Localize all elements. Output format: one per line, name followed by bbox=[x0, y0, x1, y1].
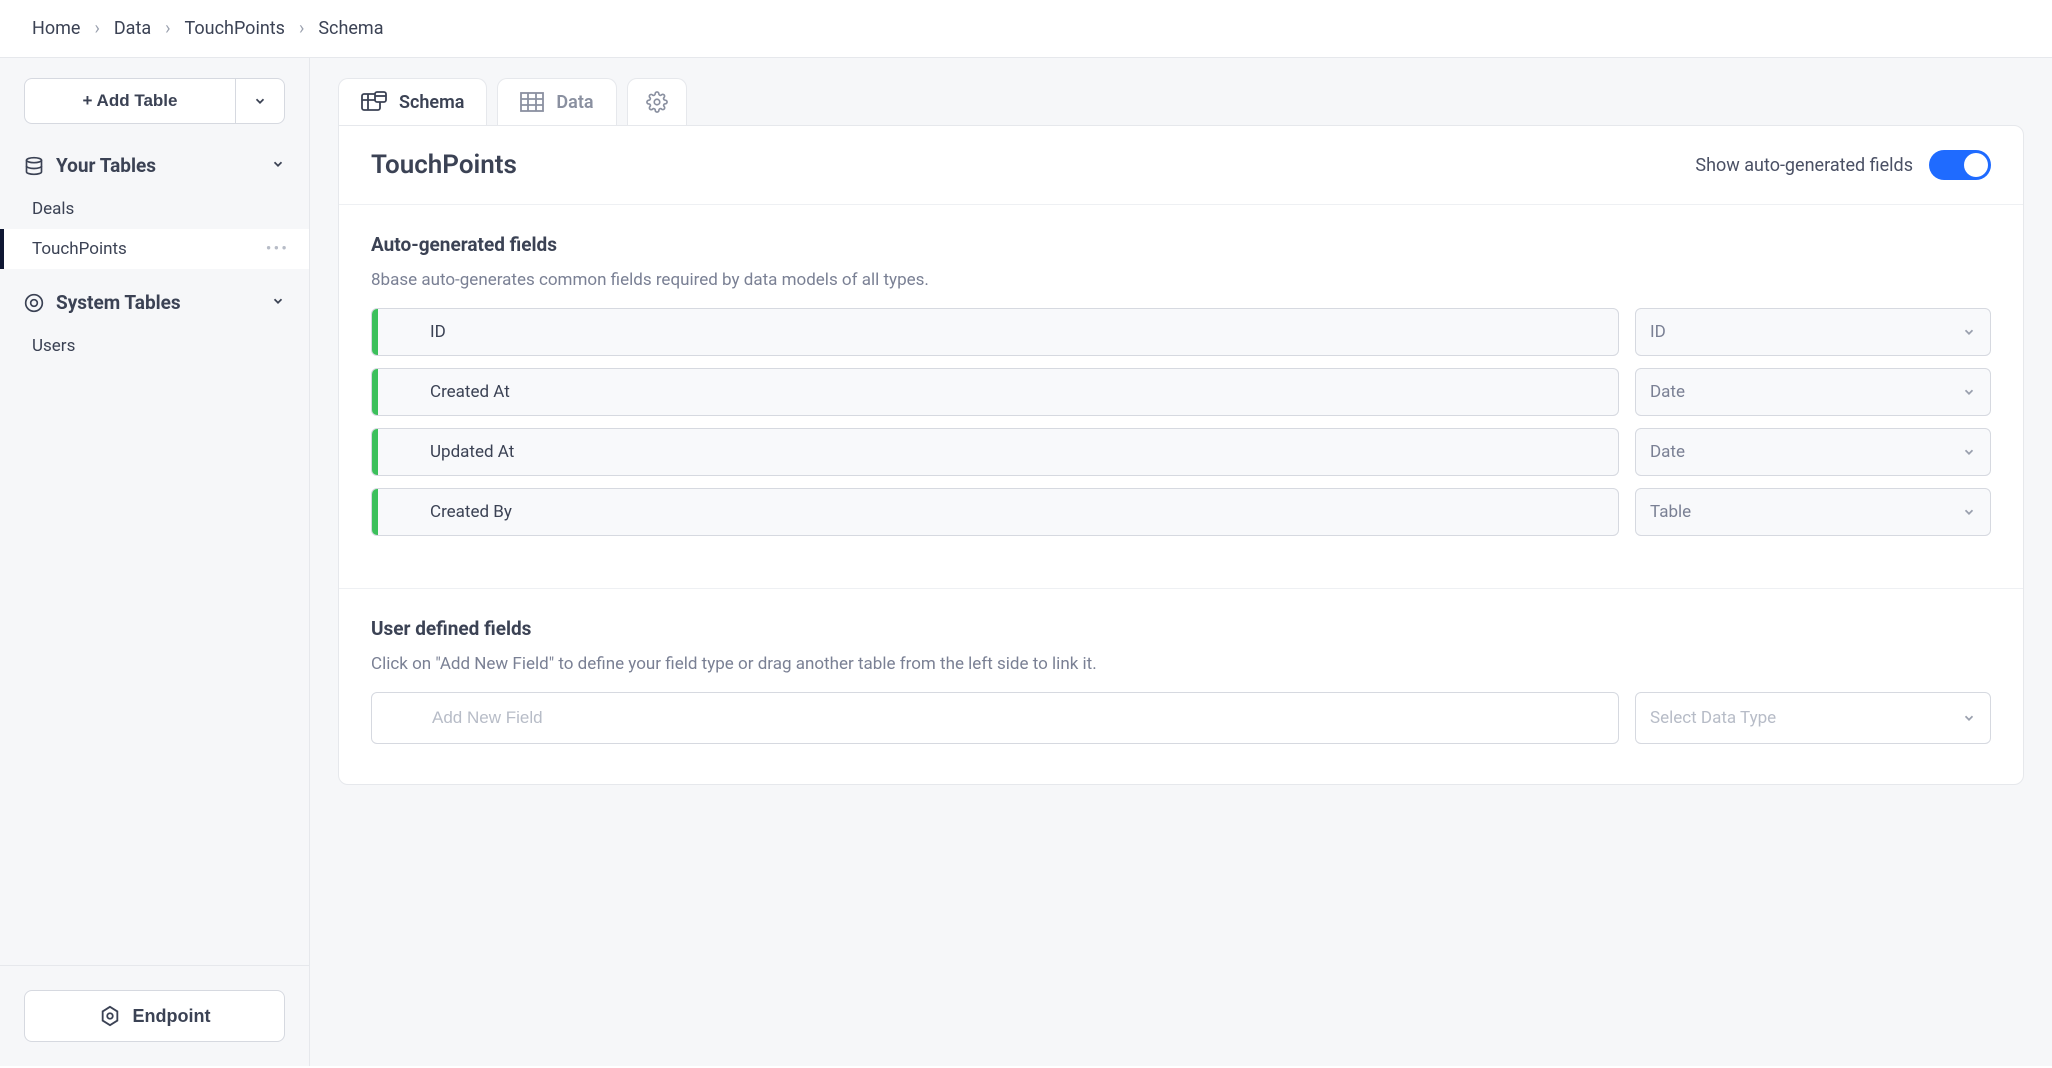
system-icon bbox=[24, 293, 44, 313]
chevron-down-icon bbox=[1962, 385, 1976, 399]
section-heading: User defined fields bbox=[371, 617, 1991, 640]
sidebar-item-label: Users bbox=[32, 336, 75, 356]
system-tables-label: System Tables bbox=[56, 291, 259, 314]
breadcrumb-touchpoints[interactable]: TouchPoints bbox=[185, 18, 285, 39]
tab-label: Data bbox=[556, 92, 593, 113]
tab-settings[interactable] bbox=[627, 78, 687, 125]
tab-data[interactable]: Data bbox=[497, 78, 616, 125]
field-name-label: Created By bbox=[378, 502, 512, 522]
field-row: ID ID bbox=[371, 308, 1991, 356]
more-icon[interactable]: ••• bbox=[266, 239, 289, 259]
chevron-down-icon bbox=[1962, 445, 1976, 459]
chevron-down-icon bbox=[253, 94, 267, 108]
toggle-knob bbox=[1964, 153, 1988, 177]
breadcrumb: Home › Data › TouchPoints › Schema bbox=[0, 0, 2052, 58]
section-desc: 8base auto-generates common fields requi… bbox=[371, 270, 1991, 290]
section-heading: Auto-generated fields bbox=[371, 233, 1991, 256]
schema-icon bbox=[361, 91, 387, 113]
user-defined-section: User defined fields Click on "Add New Fi… bbox=[339, 589, 2023, 784]
chevron-right-icon: › bbox=[165, 18, 170, 39]
field-name-label: Created At bbox=[378, 382, 510, 402]
sidebar: + Add Table Your Tables Deals bbox=[0, 58, 310, 1066]
breadcrumb-data[interactable]: Data bbox=[114, 18, 151, 39]
endpoint-label: Endpoint bbox=[133, 1006, 211, 1027]
breadcrumb-schema: Schema bbox=[318, 18, 383, 39]
field-name[interactable]: Updated At bbox=[371, 428, 1619, 476]
chevron-down-icon bbox=[1962, 711, 1976, 725]
main-content: Schema Data TouchPoints Show auto-genera… bbox=[310, 58, 2052, 1066]
gear-icon bbox=[646, 91, 668, 113]
your-tables-label: Your Tables bbox=[56, 154, 259, 177]
chevron-right-icon: › bbox=[299, 18, 304, 39]
field-type-label: Date bbox=[1650, 382, 1685, 402]
sidebar-item-deals[interactable]: Deals bbox=[0, 189, 309, 229]
field-name[interactable]: Created By bbox=[371, 488, 1619, 536]
field-type-select[interactable]: ID bbox=[1635, 308, 1991, 356]
field-name[interactable]: Created At bbox=[371, 368, 1619, 416]
select-placeholder: Select Data Type bbox=[1650, 708, 1776, 728]
field-type-label: Table bbox=[1650, 502, 1691, 522]
sidebar-item-touchpoints[interactable]: TouchPoints ••• bbox=[0, 229, 309, 269]
field-type-label: Date bbox=[1650, 442, 1685, 462]
field-row: Created At Date bbox=[371, 368, 1991, 416]
field-name[interactable]: ID bbox=[371, 308, 1619, 356]
chevron-down-icon bbox=[1962, 325, 1976, 339]
system-tables-section[interactable]: System Tables bbox=[24, 283, 285, 322]
page-title: TouchPoints bbox=[371, 150, 517, 180]
endpoint-icon bbox=[99, 1005, 121, 1027]
your-tables-section[interactable]: Your Tables bbox=[24, 146, 285, 185]
auto-generated-section: Auto-generated fields 8base auto-generat… bbox=[339, 205, 2023, 589]
field-row: Updated At Date bbox=[371, 428, 1991, 476]
chevron-down-icon bbox=[271, 156, 285, 175]
add-table-dropdown[interactable] bbox=[235, 78, 285, 124]
add-new-field-input[interactable] bbox=[371, 692, 1619, 744]
tabs: Schema Data bbox=[338, 78, 2024, 125]
chevron-down-icon bbox=[1962, 505, 1976, 519]
schema-panel: TouchPoints Show auto-generated fields A… bbox=[338, 125, 2024, 785]
endpoint-button[interactable]: Endpoint bbox=[24, 990, 285, 1042]
section-desc: Click on "Add New Field" to define your … bbox=[371, 654, 1991, 674]
breadcrumb-home[interactable]: Home bbox=[32, 18, 80, 39]
add-table-button[interactable]: + Add Table bbox=[24, 78, 235, 124]
field-name-label: ID bbox=[378, 322, 446, 342]
tab-label: Schema bbox=[399, 92, 464, 113]
toggle-label: Show auto-generated fields bbox=[1695, 155, 1913, 176]
select-data-type[interactable]: Select Data Type bbox=[1635, 692, 1991, 744]
field-row: Created By Table bbox=[371, 488, 1991, 536]
field-type-select[interactable]: Date bbox=[1635, 428, 1991, 476]
field-type-select[interactable]: Date bbox=[1635, 368, 1991, 416]
field-type-select[interactable]: Table bbox=[1635, 488, 1991, 536]
auto-fields-toggle[interactable] bbox=[1929, 150, 1991, 180]
sidebar-item-label: TouchPoints bbox=[32, 239, 127, 259]
sidebar-item-users[interactable]: Users bbox=[0, 326, 309, 366]
grid-icon bbox=[520, 92, 544, 112]
field-name-label: Updated At bbox=[378, 442, 514, 462]
chevron-right-icon: › bbox=[94, 18, 99, 39]
sidebar-item-label: Deals bbox=[32, 199, 74, 219]
field-type-label: ID bbox=[1650, 322, 1666, 342]
database-icon bbox=[24, 156, 44, 176]
chevron-down-icon bbox=[271, 293, 285, 312]
tab-schema[interactable]: Schema bbox=[338, 78, 487, 125]
